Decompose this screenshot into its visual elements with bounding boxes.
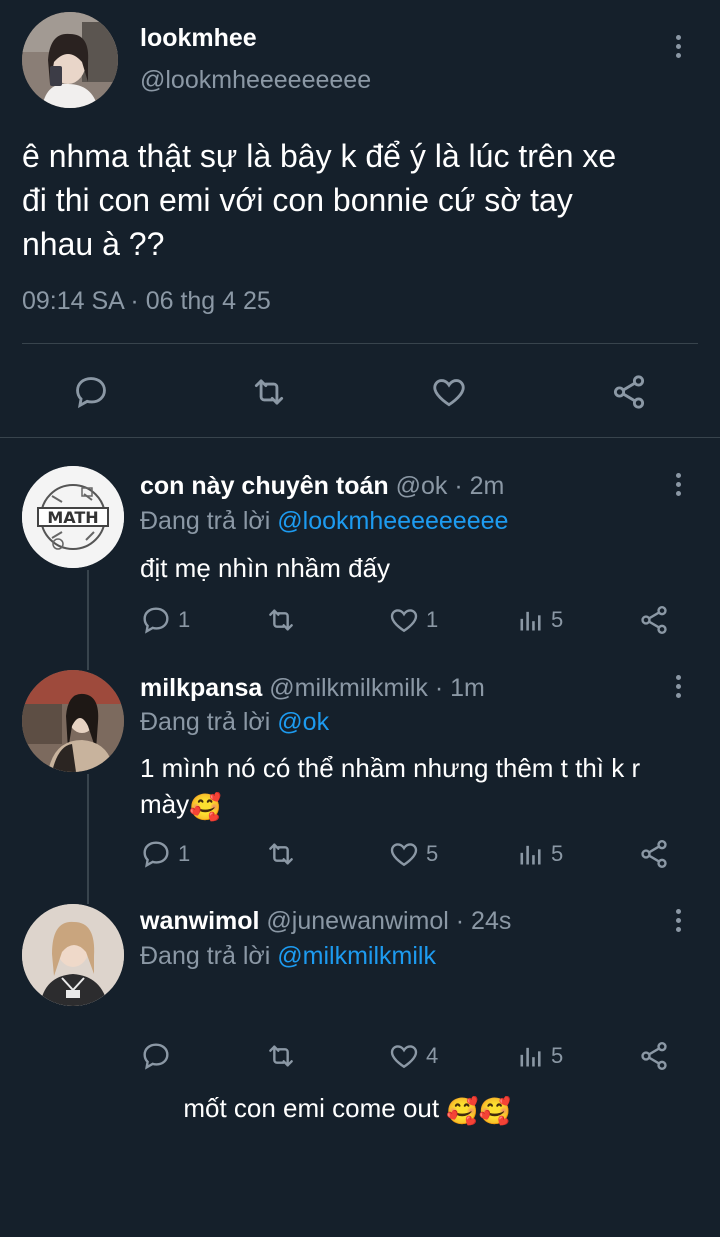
reply-text: địt mẹ nhìn nhầm đấy — [140, 550, 390, 586]
like-count: 4 — [426, 1043, 439, 1068]
avatar[interactable] — [22, 670, 124, 772]
display-name[interactable]: wanwimol — [140, 907, 259, 935]
avatar[interactable] — [22, 12, 118, 108]
mention-link[interactable]: @lookmheeeeeeeee — [277, 507, 508, 535]
views-icon — [520, 1047, 541, 1067]
reply-text: 1 mình nó có thể nhầm nhưng thêm t thì k… — [140, 750, 640, 825]
reply-icon — [143, 1043, 169, 1070]
more-options-icon[interactable] — [668, 670, 688, 702]
reply-icon — [143, 841, 169, 868]
reply-icon — [76, 377, 106, 409]
replying-to: Đang trả lời @ok — [140, 708, 329, 737]
thread-connector — [87, 570, 89, 670]
reply-button[interactable] — [140, 1040, 178, 1072]
share-icon — [641, 840, 667, 868]
like-button[interactable] — [430, 373, 468, 411]
tweet-text-line: nhau à ?? — [22, 226, 165, 262]
tweet-text-line: đi thi con emi với con bonnie cứ sờ tay — [22, 182, 573, 218]
replying-to: Đang trả lời @milkmilkmilk — [140, 942, 436, 971]
mention-link[interactable]: @ok — [277, 708, 329, 736]
display-name[interactable]: milkpansa — [140, 674, 262, 702]
views-icon — [520, 845, 541, 865]
emoji: 🥰 — [189, 792, 222, 822]
replying-prefix: Đang trả lời — [140, 708, 271, 736]
like-count: 1 — [426, 607, 439, 632]
reply-count: 1 — [178, 607, 191, 632]
like-button[interactable]: 5 — [388, 838, 438, 870]
reply-count: 1 — [178, 841, 191, 866]
reply-header: milkpansa @milkmilkmilk · 1m — [140, 674, 485, 703]
handle[interactable]: @ok — [396, 472, 448, 500]
reply-button[interactable]: 1 — [140, 838, 190, 870]
retweet-button[interactable] — [265, 1040, 297, 1072]
views-count: 5 — [551, 841, 564, 866]
handle[interactable]: @lookmheeeeeeeee — [140, 66, 371, 95]
views-button[interactable]: 5 — [517, 838, 563, 870]
mention-link[interactable]: @milkmilkmilk — [277, 942, 436, 970]
thread-connector — [87, 774, 89, 904]
replying-prefix: Đang trả lời — [140, 507, 271, 535]
share-icon — [641, 1042, 667, 1070]
reply-text-line: mốt con emi come out 🥰🥰 — [140, 1054, 511, 1165]
avatar[interactable] — [22, 904, 124, 1006]
reply-icon — [143, 607, 169, 634]
avatar[interactable]: MATH — [22, 466, 124, 568]
timestamp[interactable]: 09:14 SA · 06 thg 4 25 — [22, 287, 271, 316]
heart-icon — [390, 1045, 418, 1069]
display-name[interactable]: con này chuyên toán — [140, 472, 389, 500]
reply-text: mốt con emi come out 🥰🥰 — [140, 982, 511, 1237]
section-divider — [0, 437, 720, 438]
reply-header: wanwimol @junewanwimol · 24s — [140, 907, 511, 936]
reply-button[interactable]: 1 — [140, 604, 190, 636]
heart-icon — [390, 843, 418, 867]
more-options-icon[interactable] — [668, 468, 688, 500]
tweet-text: ê nhma thật sự là bây k để ý là lúc trên… — [22, 134, 616, 266]
timestamp[interactable]: · 24s — [456, 907, 512, 935]
reply-text-fragment: mốt con emi come out — [183, 1093, 447, 1123]
handle[interactable]: @junewanwimol — [266, 907, 448, 935]
replying-to: Đang trả lời @lookmheeeeeeeee — [140, 507, 508, 536]
reply-text-fragment: mày — [140, 789, 190, 819]
timestamp[interactable]: · 1m — [435, 674, 485, 702]
views-button[interactable]: 5 — [517, 1040, 563, 1072]
retweet-icon — [269, 1045, 293, 1067]
share-button[interactable] — [610, 373, 648, 411]
share-icon — [641, 606, 667, 634]
timestamp[interactable]: · 2m — [454, 472, 504, 500]
emoji: 🥰🥰 — [446, 1096, 512, 1126]
divider — [22, 343, 698, 344]
reply-text-line: địt mẹ nhìn nhầm đấy — [140, 553, 391, 583]
reply-text-line: 1 mình nó có thể nhầm nhưng thêm t thì k… — [140, 753, 641, 783]
like-count: 5 — [426, 841, 439, 866]
retweet-icon — [254, 379, 284, 405]
retweet-icon — [269, 843, 293, 865]
more-options-icon[interactable] — [668, 30, 688, 62]
tweet-text-line: ê nhma thật sự là bây k để ý là lúc trên… — [22, 138, 617, 174]
share-icon — [613, 375, 645, 409]
like-button[interactable]: 1 — [388, 604, 438, 636]
more-options-icon[interactable] — [668, 904, 688, 936]
heart-icon — [433, 379, 465, 407]
retweet-button[interactable] — [265, 838, 297, 870]
handle[interactable]: @milkmilkmilk — [269, 674, 428, 702]
reply-header: con này chuyên toán @ok · 2m — [140, 472, 504, 501]
svg-text:MATH: MATH — [47, 508, 98, 527]
retweet-button[interactable] — [265, 604, 297, 636]
reply-text-line: mày🥰 — [140, 786, 640, 825]
heart-icon — [390, 609, 418, 633]
views-count: 5 — [551, 1043, 564, 1068]
share-button[interactable] — [638, 1040, 670, 1072]
share-button[interactable] — [638, 838, 670, 870]
retweet-button[interactable] — [250, 373, 288, 411]
views-icon — [520, 611, 541, 631]
display-name[interactable]: lookmhee — [140, 24, 257, 53]
retweet-icon — [269, 609, 293, 631]
views-count: 5 — [551, 607, 564, 632]
share-button[interactable] — [638, 604, 670, 636]
like-button[interactable]: 4 — [388, 1040, 438, 1072]
views-button[interactable]: 5 — [517, 604, 563, 636]
reply-button[interactable] — [72, 373, 110, 411]
replying-prefix: Đang trả lời — [140, 942, 271, 970]
